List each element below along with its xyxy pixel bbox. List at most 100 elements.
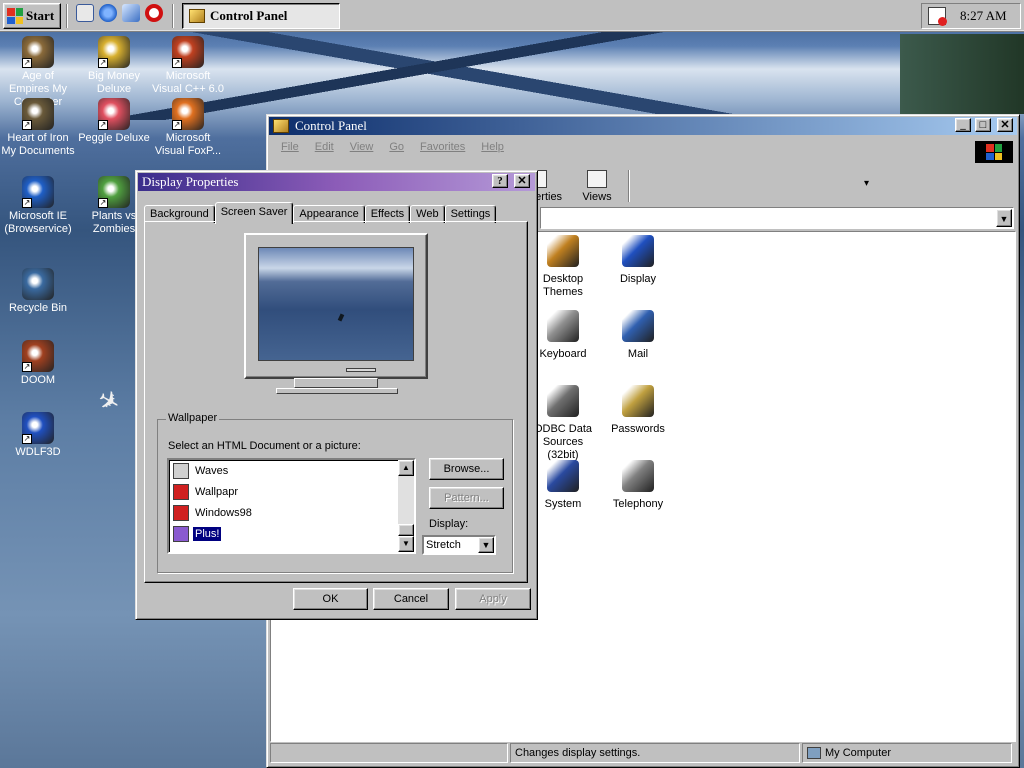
status-text: Changes display settings.	[510, 743, 800, 763]
windows-throbber-icon	[975, 141, 1013, 163]
desktop-icon-label: Microsoft Visual C++ 6.0	[152, 70, 224, 95]
close-button[interactable]: ✕	[997, 118, 1013, 132]
desktop-icon-label: Peggle Deluxe	[78, 132, 150, 144]
scroll-up-icon[interactable]: ▲	[398, 460, 414, 476]
control-panel-titlebar[interactable]: Control Panel _ □ ✕	[269, 117, 1017, 135]
tab-screen-saver[interactable]: Screen Saver	[214, 202, 294, 224]
maximize-button[interactable]: □	[975, 118, 991, 132]
monitor-preview	[244, 233, 428, 379]
control-panel-item[interactable]: Telephony	[601, 460, 675, 511]
scheduler-icon[interactable]	[928, 7, 947, 26]
help-button[interactable]: ?	[492, 174, 508, 188]
big-money-icon: ↗	[98, 36, 130, 68]
odbc-icon	[547, 385, 579, 417]
close-button[interactable]: ✕	[514, 174, 530, 188]
shortcut-arrow-icon: ↗	[22, 198, 32, 208]
ok-button[interactable]: OK	[293, 588, 368, 610]
desktop-icon[interactable]: ↗ DOOM	[0, 340, 76, 387]
wallpaper-list-item[interactable]: Waves	[169, 460, 414, 481]
internet-explorer-icon[interactable]	[99, 4, 117, 22]
shortcut-arrow-icon: ↗	[172, 120, 182, 130]
recycle-bin-icon	[22, 268, 54, 300]
system-icon	[547, 460, 579, 492]
menu-file[interactable]: File	[273, 141, 307, 153]
shortcut-arrow-icon: ↗	[98, 58, 108, 68]
desktop-icon-label: Microsoft IE (Browservice)	[4, 210, 72, 235]
my-computer-icon	[807, 747, 821, 759]
shortcut-arrow-icon: ↗	[22, 362, 32, 372]
control-panel-item[interactable]: Passwords	[601, 385, 675, 436]
channels-icon[interactable]	[122, 4, 140, 22]
desktop-icon[interactable]: ↗ WDLF3D	[0, 412, 76, 459]
shortcut-arrow-icon: ↗	[98, 120, 108, 130]
wallpaper-preview	[258, 247, 414, 361]
control-panel-item-label: Mail	[627, 348, 649, 360]
monitor-power-icon	[346, 368, 376, 372]
shortcut-arrow-icon: ↗	[172, 58, 182, 68]
visual-foxpro-icon: ↗	[172, 98, 204, 130]
taskbar-control-panel[interactable]: Control Panel	[182, 3, 340, 29]
desktop-icon[interactable]: ↗ Peggle Deluxe	[76, 98, 152, 145]
desktop-icon-label: WDLF3D	[15, 446, 61, 458]
desktop-icon[interactable]: ↗ Big Money Deluxe	[76, 36, 152, 96]
task-label: Control Panel	[210, 8, 288, 23]
menu-bar: File Edit View Go Favorites Help	[267, 137, 1019, 157]
desktop-icon-label: Big Money Deluxe	[88, 70, 140, 95]
image-file-icon	[173, 504, 189, 521]
menu-help[interactable]: Help	[473, 141, 512, 153]
desktop-icon[interactable]: ↗ Microsoft Visual FoxP...	[150, 98, 226, 158]
wallpaper-name: Windows98	[195, 506, 252, 519]
wallpaper-list[interactable]: Waves Wallpapr Windows98 Plus! ▲ ▼	[167, 458, 416, 554]
show-desktop-icon[interactable]	[76, 4, 94, 22]
scroll-down-icon[interactable]: ▼	[398, 536, 414, 552]
status-spacer	[270, 743, 508, 763]
select-prompt: Select an HTML Document or a picture:	[168, 440, 361, 452]
menu-edit[interactable]: Edit	[307, 141, 342, 153]
shortcut-arrow-icon: ↗	[22, 120, 32, 130]
pattern-button[interactable]: Pattern...	[429, 487, 504, 509]
display-properties-titlebar[interactable]: Display Properties ? ✕	[138, 173, 535, 191]
monitor-base	[276, 388, 398, 394]
address-bar[interactable]: ▼	[540, 207, 1014, 229]
cancel-button[interactable]: Cancel	[373, 588, 449, 610]
opera-icon[interactable]	[145, 4, 163, 22]
windows-logo-icon	[7, 8, 23, 24]
status-zone: My Computer	[802, 743, 1012, 763]
address-dropdown-icon[interactable]: ▼	[996, 209, 1012, 227]
display-mode-select[interactable]: Stretch ▼	[422, 535, 496, 555]
heart-of-iron-icon: ↗	[22, 98, 54, 130]
start-button[interactable]: Start	[3, 3, 61, 29]
keyboard-icon	[547, 310, 579, 342]
wallpaper-scrollbar[interactable]: ▲ ▼	[398, 460, 414, 552]
wallpaper-list-item[interactable]: Wallpapr	[169, 481, 414, 502]
menu-favorites[interactable]: Favorites	[412, 141, 473, 153]
desktop-icon[interactable]: ↗ Microsoft IE (Browservice)	[0, 176, 76, 236]
control-panel-item-label: Passwords	[611, 423, 665, 435]
desktop-icon[interactable]: Recycle Bin	[0, 268, 76, 315]
toolbar-label: Views	[582, 191, 612, 203]
browse-button[interactable]: Browse...	[429, 458, 504, 480]
control-panel-item[interactable]: Display	[601, 235, 675, 286]
visual-cpp-icon: ↗	[172, 36, 204, 68]
chevron-down-icon[interactable]: ▼	[478, 537, 494, 553]
desktop-icon-label: DOOM	[20, 374, 56, 386]
desktop-icon[interactable]: ↗ Heart of Iron My Documents	[0, 98, 76, 158]
views-button[interactable]: Views	[568, 166, 626, 203]
monitor-stand	[294, 378, 378, 388]
scroll-thumb[interactable]	[398, 524, 414, 536]
doom-icon: ↗	[22, 340, 54, 372]
views-dropdown-icon[interactable]: ▾	[864, 178, 869, 189]
display-icon	[622, 235, 654, 267]
minimize-button[interactable]: _	[955, 118, 971, 132]
apply-button[interactable]: Apply	[455, 588, 531, 610]
menu-go[interactable]: Go	[381, 141, 412, 153]
wallpaper-group-label: Wallpaper	[166, 412, 220, 424]
taskbar: Start Control Panel 8:27 AM	[0, 0, 1024, 32]
desktop-icon[interactable]: ↗ Microsoft Visual C++ 6.0	[150, 36, 226, 96]
clock[interactable]: 8:27 AM	[960, 8, 1007, 24]
wallpaper-list-item[interactable]: Windows98	[169, 502, 414, 523]
wallpaper-list-item[interactable]: Plus!	[169, 523, 414, 544]
desktop-themes-icon	[547, 235, 579, 267]
control-panel-item[interactable]: Mail	[601, 310, 675, 361]
menu-view[interactable]: View	[342, 141, 382, 153]
